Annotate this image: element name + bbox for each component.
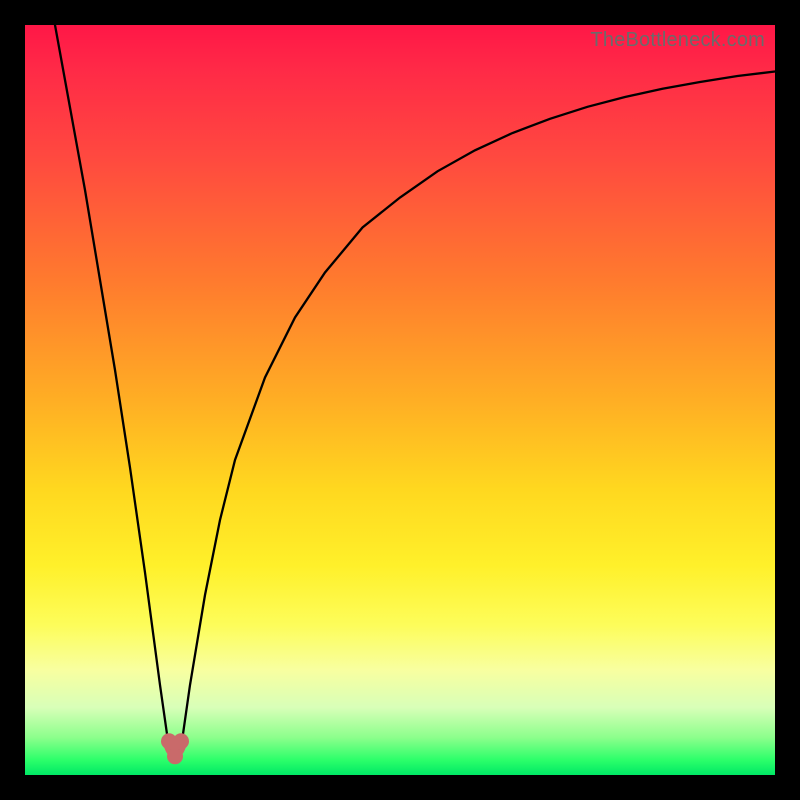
chart-frame: TheBottleneck.com [0, 0, 800, 800]
cusp-u-stroke [169, 741, 181, 752]
cusp-marker-group [161, 733, 189, 764]
marker-cusp-bottom [167, 748, 183, 764]
bottleneck-curve [25, 25, 775, 775]
plot-area: TheBottleneck.com [25, 25, 775, 775]
marker-cusp-right [173, 733, 189, 749]
curve-path [55, 25, 775, 760]
marker-cusp-left [161, 733, 177, 749]
watermark-text: TheBottleneck.com [590, 29, 765, 52]
